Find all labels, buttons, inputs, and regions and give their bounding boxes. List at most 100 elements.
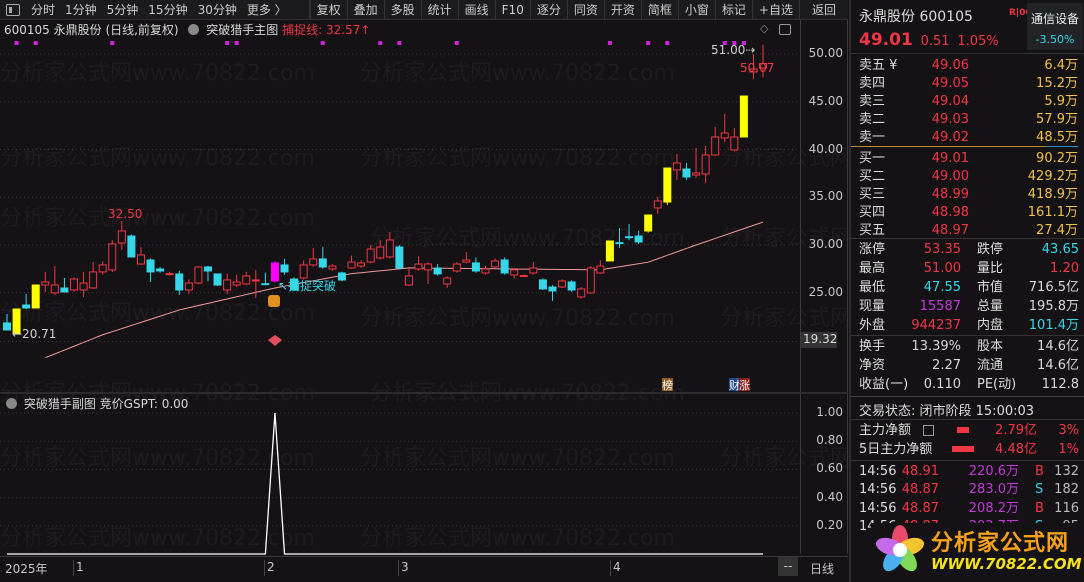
buy-level-label: 买四 (859, 204, 886, 220)
candle-body (366, 248, 375, 263)
sell-level-label: 卖四 (859, 76, 886, 92)
candle-body (69, 278, 78, 291)
candle-body (395, 246, 404, 269)
candle (357, 260, 366, 268)
zoom-toggle-button[interactable]: -- (778, 557, 798, 576)
candle-body (471, 262, 480, 272)
sell-level-label: 卖一 (859, 130, 886, 146)
mark-button[interactable]: 标记 (714, 0, 752, 20)
buy-row[interactable]: 买二 49.00 429.2万 (859, 168, 1078, 186)
fuquan-button[interactable]: 复权 (309, 0, 347, 20)
multi-stock-button[interactable]: 多股 (383, 0, 421, 20)
candle (261, 272, 270, 286)
signal-mark (225, 41, 230, 45)
event-badge-label: 榜 (662, 378, 673, 392)
panel-toggle-icon[interactable] (779, 24, 791, 35)
logo-text: 分析家公式网 (931, 531, 1070, 556)
buy-row[interactable]: 买三 48.99 418.9万 (859, 186, 1078, 204)
sidebar-toggle-icon[interactable] (6, 3, 20, 16)
sell-level-label: 卖二 (859, 112, 886, 128)
period-tab-fenshi[interactable]: 分时 (26, 1, 60, 18)
sell-row[interactable]: 卖四 49.05 15.2万 (859, 75, 1078, 93)
buy-price: 49.00 (931, 168, 969, 184)
event-badge-label: 涨 (739, 379, 750, 392)
candle-body (443, 277, 452, 285)
buy-row[interactable]: 买四 48.98 161.1万 (859, 204, 1078, 222)
candle (60, 277, 69, 293)
candlestick-chart[interactable]: 32.50←20.71↖捕捉突破51.00⇢50.07榜财涨 (0, 38, 800, 392)
same-capital-button[interactable]: 同资 (566, 0, 604, 20)
overlay-button[interactable]: 叠加 (346, 0, 384, 20)
period-tab-30min[interactable]: 30分钟 (193, 1, 242, 18)
back-button[interactable]: 返回 (798, 0, 848, 20)
sub-axis: 1.00 0.80 0.60 0.40 0.20 (800, 394, 848, 554)
simple-frame-button[interactable]: 简框 (640, 0, 678, 20)
sector-name: 通信设备 (1030, 12, 1079, 26)
period-tab-15min[interactable]: 15分钟 (143, 1, 192, 18)
candle (69, 277, 78, 292)
candle (98, 261, 107, 275)
candle (605, 240, 614, 262)
tick-button[interactable]: 逐分 (529, 0, 567, 20)
month-label: 4 (610, 560, 621, 576)
tick-side: S (1035, 482, 1044, 498)
buy-level-label: 买三 (859, 186, 886, 202)
candle-body (567, 281, 576, 291)
flow-value: 2.79亿 (995, 423, 1037, 438)
candle (194, 266, 203, 285)
flower-logo-icon (875, 525, 925, 572)
sell-price: 49.04 (931, 94, 969, 110)
buy-volume: 429.2万 (1027, 168, 1078, 184)
add-watchlist-button[interactable]: +自选 (751, 0, 799, 20)
sector-badge[interactable]: 通信设备 -3.50% (1027, 3, 1083, 50)
candle (596, 260, 605, 274)
candle (682, 162, 691, 180)
diamond-icon[interactable]: ◇ (760, 22, 768, 35)
sell-row[interactable]: 卖一 49.02 48.5万 (859, 129, 1078, 147)
sub-tick: 0.40 (816, 489, 843, 504)
candle (500, 257, 509, 275)
period-tab-1min[interactable]: 1分钟 (60, 1, 102, 18)
signal-mark (646, 41, 651, 45)
stat-value: 14.6亿 (1037, 339, 1079, 354)
sell-level-label: 卖五 ¥ (859, 58, 898, 73)
draw-line-button[interactable]: 画线 (457, 0, 495, 20)
sub-tick: 0.20 (816, 517, 843, 532)
candle-body (625, 236, 634, 239)
flow-label: 5日主力净额 (859, 442, 933, 457)
indicator-dropdown-icon[interactable] (188, 24, 200, 35)
period-label[interactable]: 日线 (810, 560, 834, 577)
buy-row[interactable]: 买一 49.01 90.2万 (859, 150, 1078, 168)
candle-body (739, 95, 748, 138)
sell-row[interactable]: 卖二 49.03 57.9万 (859, 111, 1078, 129)
period-tab-more[interactable]: 更多 〉 (242, 1, 292, 18)
candle (22, 293, 31, 309)
flow-label: 主力净额 (859, 423, 912, 438)
candle-body (644, 214, 653, 232)
stats-button[interactable]: 统计 (420, 0, 458, 20)
candle-body (280, 264, 289, 273)
tick-time: 14:56 (859, 500, 897, 516)
signal-mark (454, 41, 459, 45)
list-icon[interactable] (923, 425, 934, 436)
price-tick: 50.00 (808, 46, 843, 60)
sell-row[interactable]: 卖五 ¥ 49.06 6.4万 (859, 57, 1078, 75)
main-indicator-name[interactable]: 突破猎手主图 (206, 23, 278, 37)
stat-value: 15587 (919, 299, 961, 314)
candle (433, 264, 442, 276)
candle (452, 262, 461, 273)
candle (720, 113, 729, 142)
small-window-button[interactable]: 小窗 (677, 0, 715, 20)
price-change-pct: 1.05% (957, 34, 999, 49)
open-capital-button[interactable]: 开资 (603, 0, 641, 20)
stat-label: 净资 (859, 358, 886, 373)
f10-button[interactable]: F10 (494, 0, 530, 20)
candle-body (89, 271, 98, 289)
sell-row[interactable]: 卖三 49.04 5.9万 (859, 93, 1078, 111)
signal-mark (110, 41, 115, 45)
candle (538, 278, 547, 290)
stat-label: 市值 (977, 280, 1004, 295)
candle-body (519, 275, 528, 278)
period-tab-5min[interactable]: 5分钟 (102, 1, 144, 18)
candle (232, 274, 241, 288)
